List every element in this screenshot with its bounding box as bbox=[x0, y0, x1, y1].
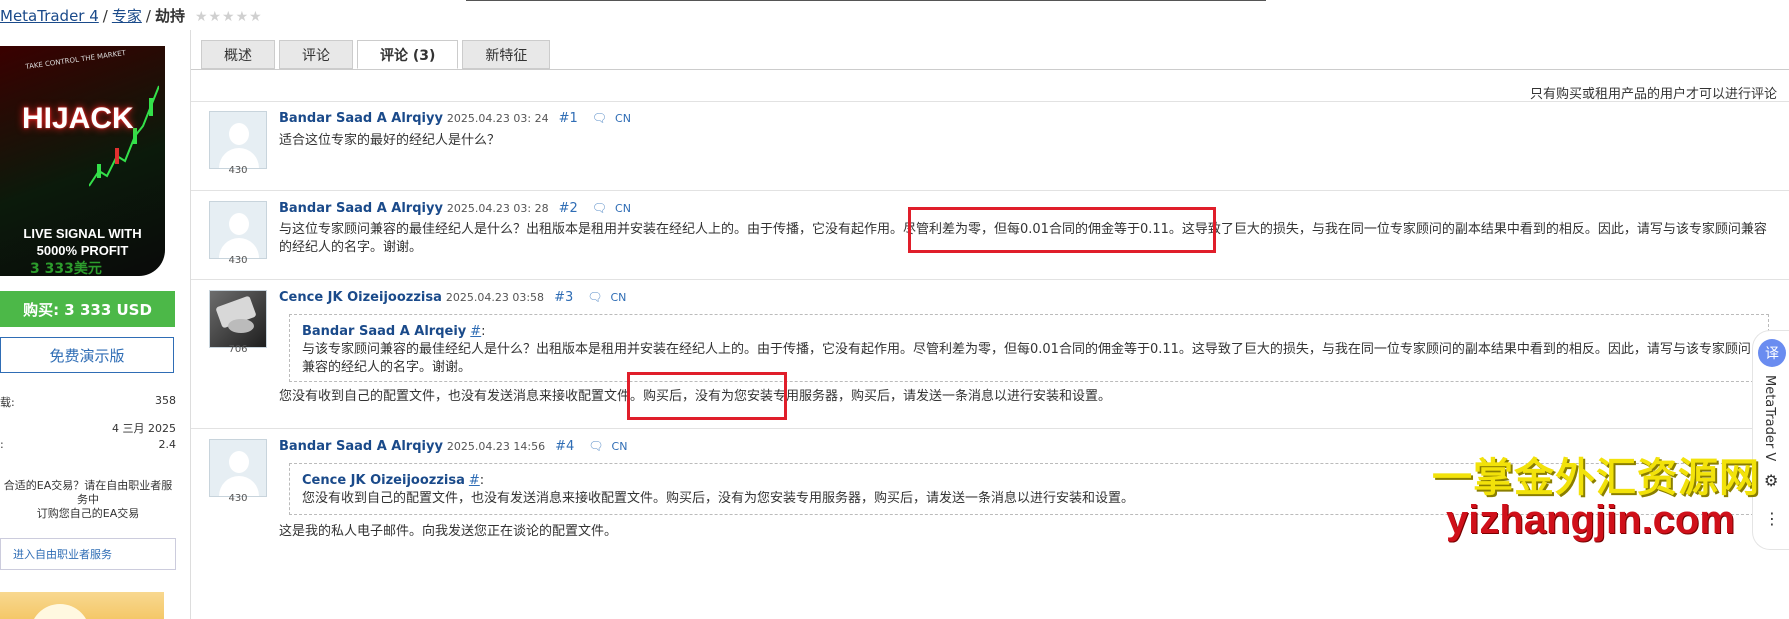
breadcrumb-sep: / bbox=[145, 7, 151, 25]
comment-meta: Bandar Saad A Alrqiyy 2025.04.23 03: 24 #1… bbox=[279, 111, 631, 126]
reply-icon[interactable]: 🗨 bbox=[588, 439, 603, 453]
comment-date: 2025.04.23 03: 28 bbox=[446, 202, 549, 215]
comment-number[interactable]: #4 bbox=[555, 439, 574, 454]
watermark-url: yizhangjin.com bbox=[1446, 498, 1735, 542]
reply-icon[interactable]: 🗨 bbox=[592, 111, 607, 125]
candlestick-graphic bbox=[89, 85, 159, 187]
comment-meta: Cence JK Oizeijoozzisa 2025.04.23 03:58 #3… bbox=[279, 290, 626, 305]
comment-number[interactable]: #3 bbox=[554, 290, 573, 305]
reply-icon[interactable]: 🗨 bbox=[592, 201, 607, 215]
more-icon[interactable]: ⋮ bbox=[1764, 509, 1780, 528]
watermark-chinese: 一掌金外汇资源网 bbox=[1432, 455, 1760, 501]
product-image-title: HIJACK bbox=[22, 102, 134, 135]
quote-author[interactable]: Cence JK Oizeijoozzisa bbox=[302, 473, 465, 488]
avatar[interactable] bbox=[209, 439, 267, 497]
tab-whats-new[interactable]: 新特征 bbox=[462, 40, 551, 69]
comment-author[interactable]: Bandar Saad A Alrqiyy bbox=[279, 201, 443, 216]
user-rating: 706 bbox=[228, 344, 248, 355]
user-rating: 430 bbox=[228, 255, 248, 266]
info-downloads: 载: 358 bbox=[0, 394, 176, 410]
quote-colon: : bbox=[479, 473, 485, 488]
product-image-line1: LIVE SIGNAL WITH bbox=[23, 226, 142, 241]
tab-reviews[interactable]: 评论 bbox=[279, 40, 353, 69]
tab-bar: 概述 评论 评论 (3) 新特征 bbox=[201, 40, 551, 69]
product-image-line2: 5000% PROFIT bbox=[36, 243, 129, 258]
freelance-promo: 合适的EA交易？请在自由职业者服务中 订购您自己的EA交易 bbox=[0, 479, 176, 521]
comment-item: 430 Bandar Saad A Alrqiyy 2025.04.23 03: … bbox=[191, 101, 1789, 191]
comment-date: 2025.04.23 03:58 bbox=[445, 291, 545, 304]
comment-text: 您没有收到自己的配置文件，也没有发送消息来接收配置文件。购买后，没有为您安装专用… bbox=[279, 389, 1112, 404]
comment-date: 2025.04.23 03: 24 bbox=[446, 112, 549, 125]
tab-comments[interactable]: 评论 (3) bbox=[357, 40, 459, 69]
avatar[interactable] bbox=[209, 111, 267, 169]
translate-icon[interactable]: 译 bbox=[1758, 339, 1786, 367]
tab-divider bbox=[191, 69, 1789, 70]
highlight-box bbox=[908, 207, 1216, 253]
comment-author[interactable]: Cence JK Oizeijoozzisa bbox=[279, 290, 442, 305]
quote-link[interactable]: # bbox=[470, 324, 481, 339]
product-sidebar: TAKE CONTROL THE MARKET HIJACK LIVE SIGN… bbox=[0, 30, 190, 619]
comment-number[interactable]: #1 bbox=[559, 111, 578, 126]
settings-icon[interactable]: ⚙ bbox=[1764, 471, 1778, 490]
comment-author[interactable]: Bandar Saad A Alrqiyy bbox=[279, 111, 443, 126]
freelance-promo-line2: 订购您自己的EA交易 bbox=[36, 507, 140, 520]
avatar[interactable] bbox=[209, 290, 267, 348]
free-demo-button[interactable]: 免费演示版 bbox=[0, 337, 174, 373]
rating-stars[interactable]: ★★★★★ bbox=[195, 9, 263, 25]
info-value: 2.4 bbox=[158, 438, 177, 451]
product-image-tagline: TAKE CONTROL THE MARKET bbox=[24, 48, 127, 72]
translate-widget-title: MetaTrader V bbox=[1762, 375, 1777, 462]
quote-link[interactable]: # bbox=[469, 473, 480, 488]
reply-icon[interactable]: 🗨 bbox=[587, 290, 602, 304]
highlight-box bbox=[627, 372, 787, 420]
comment-language[interactable]: CN bbox=[612, 440, 628, 453]
comment-item: 706 Cence JK Oizeijoozzisa 2025.04.23 03:… bbox=[191, 280, 1789, 430]
quote-author[interactable]: Bandar Saad A Alrqeiy bbox=[302, 324, 466, 339]
comment-notice: 只有购买或租用产品的用户才可以进行评论 bbox=[1529, 87, 1777, 102]
quoted-comment: Bandar Saad A Alrqeiy #: 与该专家顾问兼容的最佳经纪人是什… bbox=[289, 314, 1769, 382]
tab-overview[interactable]: 概述 bbox=[201, 40, 275, 69]
comment-author[interactable]: Bandar Saad A Alrqiyy bbox=[279, 439, 443, 454]
comment-language[interactable]: CN bbox=[615, 202, 631, 215]
comment-item: 430 Bandar Saad A Alrqiyy 2025.04.23 03: … bbox=[191, 191, 1789, 280]
info-label: : bbox=[0, 438, 4, 451]
translate-widget: 译 MetaTrader V ⚙ ⋮ bbox=[1752, 330, 1789, 550]
comment-meta: Bandar Saad A Alrqiyy 2025.04.23 14:56 #4 🗨… bbox=[279, 439, 627, 454]
user-rating: 430 bbox=[228, 493, 248, 504]
comment-text: 适合这位专家的最好的经纪人是什么？ bbox=[279, 133, 501, 148]
top-divider bbox=[466, 0, 1266, 1]
info-label: 载: bbox=[0, 396, 15, 409]
avatar[interactable] bbox=[209, 201, 267, 259]
comment-language[interactable]: CN bbox=[615, 112, 631, 125]
comment-meta: Bandar Saad A Alrqiyy 2025.04.23 03: 28 #2… bbox=[279, 201, 631, 216]
comment-language[interactable]: CN bbox=[610, 291, 626, 304]
comment-number[interactable]: #2 bbox=[559, 201, 578, 216]
user-rating: 430 bbox=[228, 165, 248, 176]
breadcrumb-current: 劫持 bbox=[154, 7, 185, 25]
product-price: 3 333美元 bbox=[30, 261, 102, 277]
freelance-button[interactable]: 进入自由职业者服务 bbox=[0, 538, 176, 570]
quote-text: 与该专家顾问兼容的最佳经纪人是什么？出租版本是租用并安装在经纪人上的。由于传播，… bbox=[302, 342, 1751, 375]
buy-button[interactable]: 购买: 3 333 USD bbox=[0, 291, 175, 327]
freelance-promo-line1: 合适的EA交易？请在自由职业者服务中 bbox=[3, 479, 173, 506]
comment-date: 2025.04.23 14:56 bbox=[446, 440, 546, 453]
product-image[interactable]: TAKE CONTROL THE MARKET HIJACK LIVE SIGN… bbox=[0, 46, 165, 276]
info-value: 4 三月 2025 bbox=[112, 422, 176, 435]
breadcrumb-metatrader4[interactable]: MetaTrader 4 bbox=[0, 7, 99, 25]
info-value: 358 bbox=[155, 394, 176, 407]
breadcrumb-sep: / bbox=[102, 7, 108, 25]
breadcrumb: MetaTrader 4/专家 / 劫持 ★★★★★ bbox=[0, 5, 263, 25]
breadcrumb-experts[interactable]: 专家 bbox=[112, 7, 142, 25]
info-version: : 2.4 bbox=[0, 438, 176, 451]
promo-banner[interactable] bbox=[0, 592, 164, 619]
quote-colon: : bbox=[481, 324, 486, 339]
